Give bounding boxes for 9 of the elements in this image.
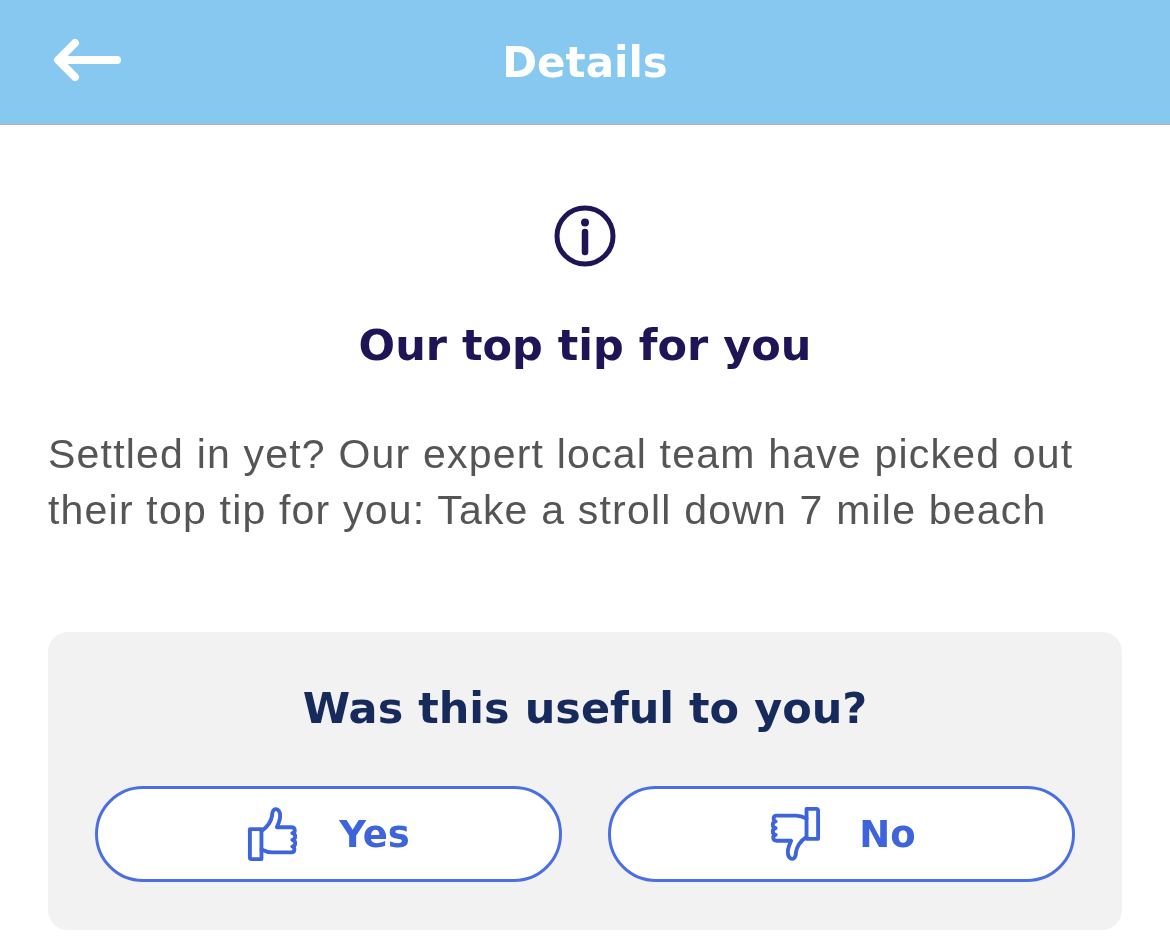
info-icon [554,205,616,267]
back-button[interactable] [52,38,122,82]
feedback-button[interactable]: Yes [95,786,562,882]
tip-text: Settled in yet? Our expert local team have picked out their top tip for you: Take a stroll down 7 mile beach [48,430,1075,535]
page-title: Details [502,37,668,87]
feedback-question: Was this useful to you? [301,684,869,732]
back-arrow-icon [53,39,121,81]
feedback-button[interactable]: No [608,786,1075,882]
tip-heading: Our top tip for you [357,321,813,369]
